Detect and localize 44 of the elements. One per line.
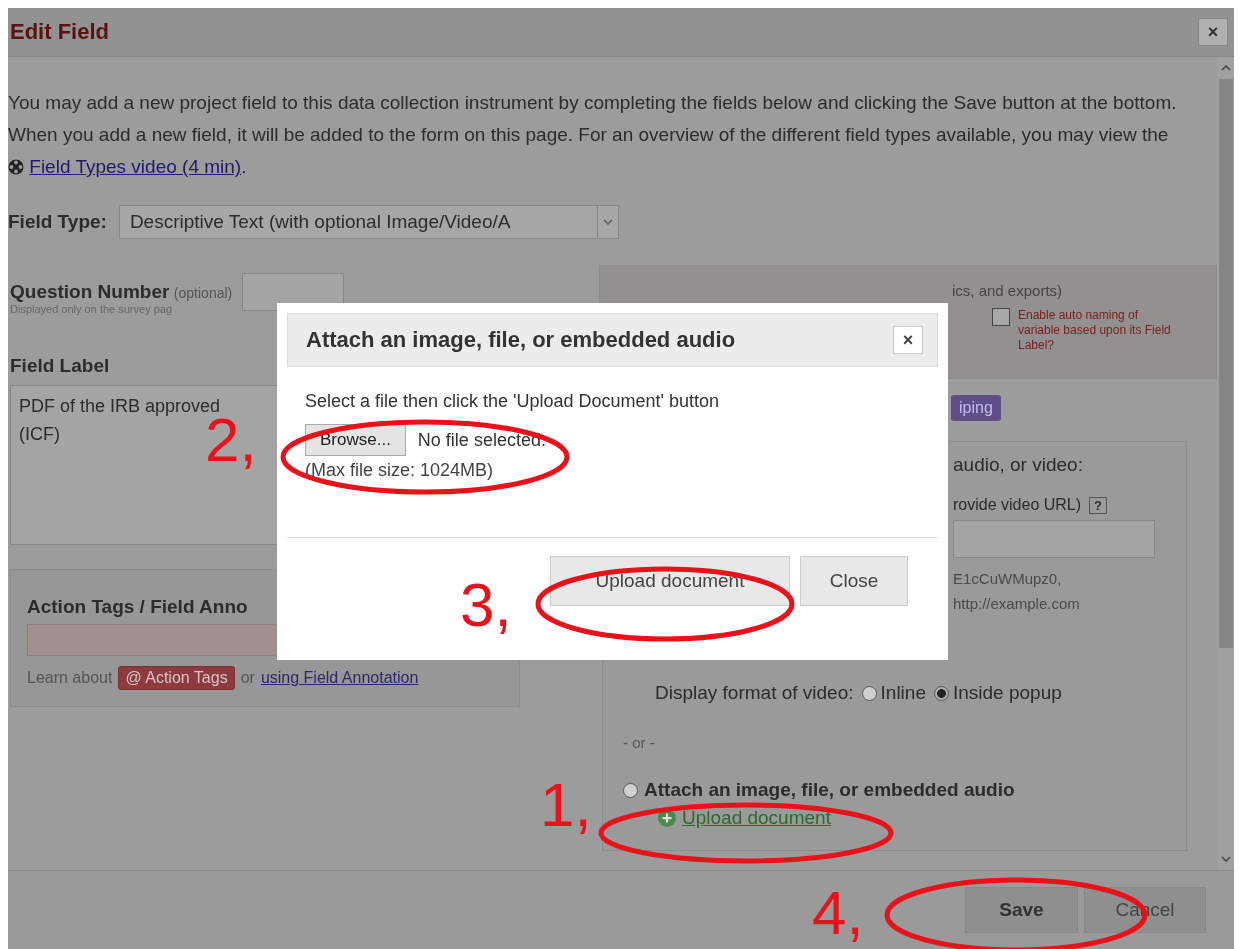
close-button[interactable]: ×: [893, 326, 923, 354]
chevron-down-icon: [602, 219, 613, 225]
video-url-input[interactable]: [953, 520, 1155, 558]
action-tags-heading: Action Tags / Field Anno: [27, 596, 249, 618]
field-label-heading: Field Label: [10, 355, 110, 377]
radio-button[interactable]: [623, 782, 638, 798]
plus-circle-icon: [658, 809, 676, 827]
radio-label: Inline: [880, 682, 926, 704]
help-button[interactable]: ?: [1089, 496, 1107, 514]
save-button[interactable]: Save: [965, 887, 1078, 933]
modal-title: Attach an image, file, or embedded audio: [306, 327, 736, 353]
media-heading: audio, or video:: [952, 454, 1084, 476]
radio-button[interactable]: [933, 685, 949, 701]
intro-paragraph: You may add a new project field to this data collection instrument by completing the fields below and clicking the Save button at the bottom. When you add a new field, it will be added to the form on this page. For an overview of the different field types available, you may view the Field Types video (4 min).: [8, 91, 1178, 179]
field-type-label: Field Type:: [8, 211, 107, 233]
step-number-annotation: 4,: [812, 878, 864, 948]
question-number-label: Question Number: [10, 281, 170, 302]
display-format-label: Display format of video:: [655, 682, 854, 704]
auto-naming-label: Enable auto naming of variable based upon its Field Label?: [1018, 308, 1172, 353]
optional-note: (optional): [173, 285, 233, 301]
or-text: or: [240, 669, 255, 687]
close-button[interactable]: Close: [800, 556, 908, 606]
attach-option-label: Attach an image, file, or embedded audio: [644, 779, 1015, 801]
video-url-label: rovide video URL): [953, 496, 1082, 514]
action-tags-button[interactable]: @ Action Tags: [118, 666, 235, 690]
scroll-down-icon[interactable]: [1220, 856, 1231, 862]
piping-button[interactable]: iping: [951, 395, 1001, 421]
video-url-example: E1cCuWMupz0, http://example.com: [953, 569, 1080, 614]
radio-button[interactable]: [861, 685, 877, 701]
field-type-dropdown[interactable]: Descriptive Text (with optional Image/Video/A: [118, 205, 619, 239]
dialog-title: Edit Field: [10, 19, 109, 45]
scrollbar[interactable]: [1217, 57, 1234, 870]
field-annotation-link[interactable]: using Field Annotation: [260, 669, 419, 687]
learn-about-text: Learn about: [27, 669, 113, 687]
auto-naming-checkbox[interactable]: [992, 308, 1010, 326]
step-number-annotation: 3,: [460, 570, 512, 640]
close-button[interactable]: ×: [1198, 18, 1228, 46]
variable-name-note: ics, and exports): [952, 282, 1063, 299]
or-separator: - or -: [622, 734, 656, 751]
step-number-annotation: 1,: [540, 770, 592, 840]
field-types-video-link[interactable]: Field Types video (4 min): [29, 156, 242, 177]
scroll-up-icon[interactable]: [1220, 65, 1231, 71]
radio-label: Inside popup: [952, 682, 1062, 704]
upload-document-button[interactable]: Upload document: [550, 556, 790, 606]
